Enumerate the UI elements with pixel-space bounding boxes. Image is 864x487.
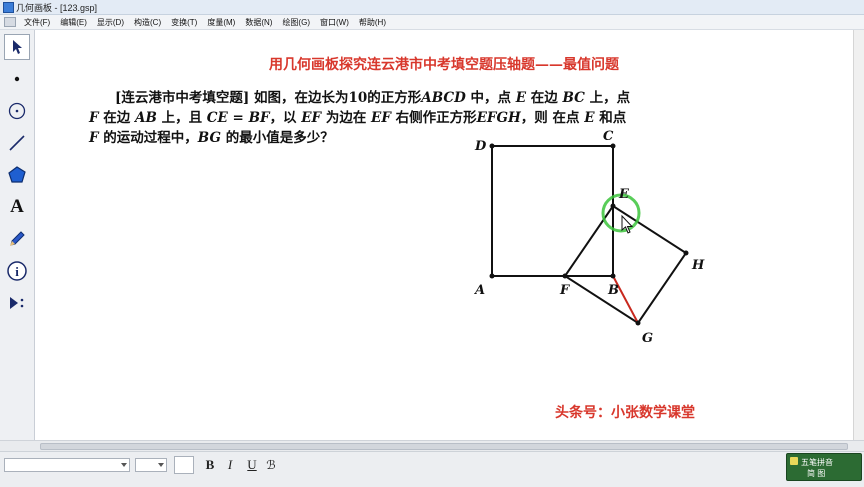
menu-measure[interactable]: 度量(M) <box>202 17 240 28</box>
problem-line-3: F 的运动过程中，BG 的最小值是多少？ <box>89 130 334 146</box>
circle-icon <box>8 102 26 120</box>
text-color-button[interactable] <box>174 456 194 474</box>
problem-line-2: F 在边 AB 上，且 CE = BF，以 EF 为边在 EF 右侧作正方形EF… <box>89 110 627 126</box>
label-f: F <box>559 283 570 298</box>
chevron-down-icon <box>158 463 164 467</box>
label-b: B <box>607 283 619 298</box>
label-g: G <box>642 331 653 346</box>
point-icon <box>14 76 20 82</box>
problem-statement: [连云港市中考填空题] 如图，在边长为10的正方形ABCD 中，点 E 在边 B… <box>89 88 749 148</box>
point-h[interactable] <box>683 250 689 256</box>
scrollbar-thumb[interactable] <box>40 443 848 450</box>
ime-name: 五笔拼音 <box>801 458 833 467</box>
segment-bg <box>612 275 639 324</box>
straightedge-tool[interactable] <box>4 130 30 156</box>
chevron-down-icon <box>121 463 127 467</box>
symbol-button[interactable]: ℬ <box>263 456 279 474</box>
polygon-tool[interactable] <box>4 162 30 188</box>
information-tool[interactable]: i <box>4 258 30 284</box>
underline-button[interactable]: U <box>244 456 260 474</box>
info-icon: i <box>7 261 27 281</box>
compass-tool[interactable] <box>4 98 30 124</box>
font-family-select[interactable] <box>4 458 130 472</box>
ime-indicator[interactable]: 五笔拼音 简 图 <box>786 453 862 481</box>
app-icon <box>3 2 14 13</box>
document-icon[interactable] <box>4 17 16 27</box>
font-size-select[interactable] <box>135 458 167 472</box>
marker-tool[interactable] <box>4 226 30 252</box>
point-a[interactable] <box>489 273 495 279</box>
square-abcd <box>491 145 614 277</box>
menu-window[interactable]: 窗口(W) <box>315 17 354 28</box>
custom-tool[interactable] <box>4 290 30 316</box>
label-h: H <box>691 258 705 273</box>
play-more-icon <box>10 297 24 309</box>
point-f[interactable] <box>562 273 568 279</box>
menu-transform[interactable]: 变换(T) <box>166 17 202 28</box>
square-efgh <box>563 204 688 325</box>
menu-edit[interactable]: 编辑(E) <box>55 17 92 28</box>
toolbox: A i <box>0 30 35 440</box>
horizontal-scrollbar[interactable] <box>0 440 864 451</box>
window-title: 几何画板 - [123.gsp] <box>16 3 98 13</box>
menu-construct[interactable]: 构造(C) <box>129 17 166 28</box>
bold-button[interactable]: B <box>202 456 218 474</box>
pencil-icon <box>10 231 25 246</box>
text-format-bar: B I U ℬ <box>0 451 864 487</box>
page-title: 用几何画板探究连云港市中考填空题压轴题——最值问题 <box>269 57 619 73</box>
ime-mode: 简 图 <box>807 469 826 478</box>
text-tool[interactable]: A <box>4 194 30 220</box>
window-titlebar: 几何画板 - [123.gsp] <box>0 0 864 15</box>
segment-icon <box>9 135 25 151</box>
polygon-icon <box>8 166 26 183</box>
point-tool[interactable] <box>4 66 30 92</box>
menu-graph[interactable]: 绘图(G) <box>277 17 315 28</box>
sketch-canvas[interactable]: 用几何画板探究连云港市中考填空题压轴题——最值问题 [连云港市中考填空题] 如图… <box>35 30 853 440</box>
problem-line-1: [连云港市中考填空题] 如图，在边长为10的正方形ABCD 中，点 E 在边 B… <box>115 90 631 106</box>
svg-text:i: i <box>15 264 19 279</box>
point-g[interactable] <box>635 320 641 326</box>
menu-file[interactable]: 文件(F) <box>19 17 55 28</box>
italic-button[interactable]: I <box>222 456 238 474</box>
arrow-icon <box>13 40 22 54</box>
label-e: E <box>618 187 630 202</box>
ime-icon <box>790 457 798 465</box>
menu-display[interactable]: 显示(D) <box>92 17 129 28</box>
menu-bar: 文件(F) 编辑(E) 显示(D) 构造(C) 变换(T) 度量(M) 数据(N… <box>0 15 864 30</box>
highlight-circle <box>601 193 641 233</box>
point-b[interactable] <box>610 273 616 279</box>
arrow-select-tool[interactable] <box>4 34 30 60</box>
vertical-scrollbar[interactable] <box>853 30 864 440</box>
menu-data[interactable]: 数据(N) <box>240 17 277 28</box>
label-a: A <box>473 283 485 298</box>
point-e[interactable] <box>610 203 616 209</box>
text-a-icon: A <box>10 196 24 217</box>
mouse-cursor-icon <box>621 214 634 234</box>
menu-help[interactable]: 帮助(H) <box>354 17 391 28</box>
watermark-text: 头条号：小张数学课堂 <box>555 405 695 421</box>
